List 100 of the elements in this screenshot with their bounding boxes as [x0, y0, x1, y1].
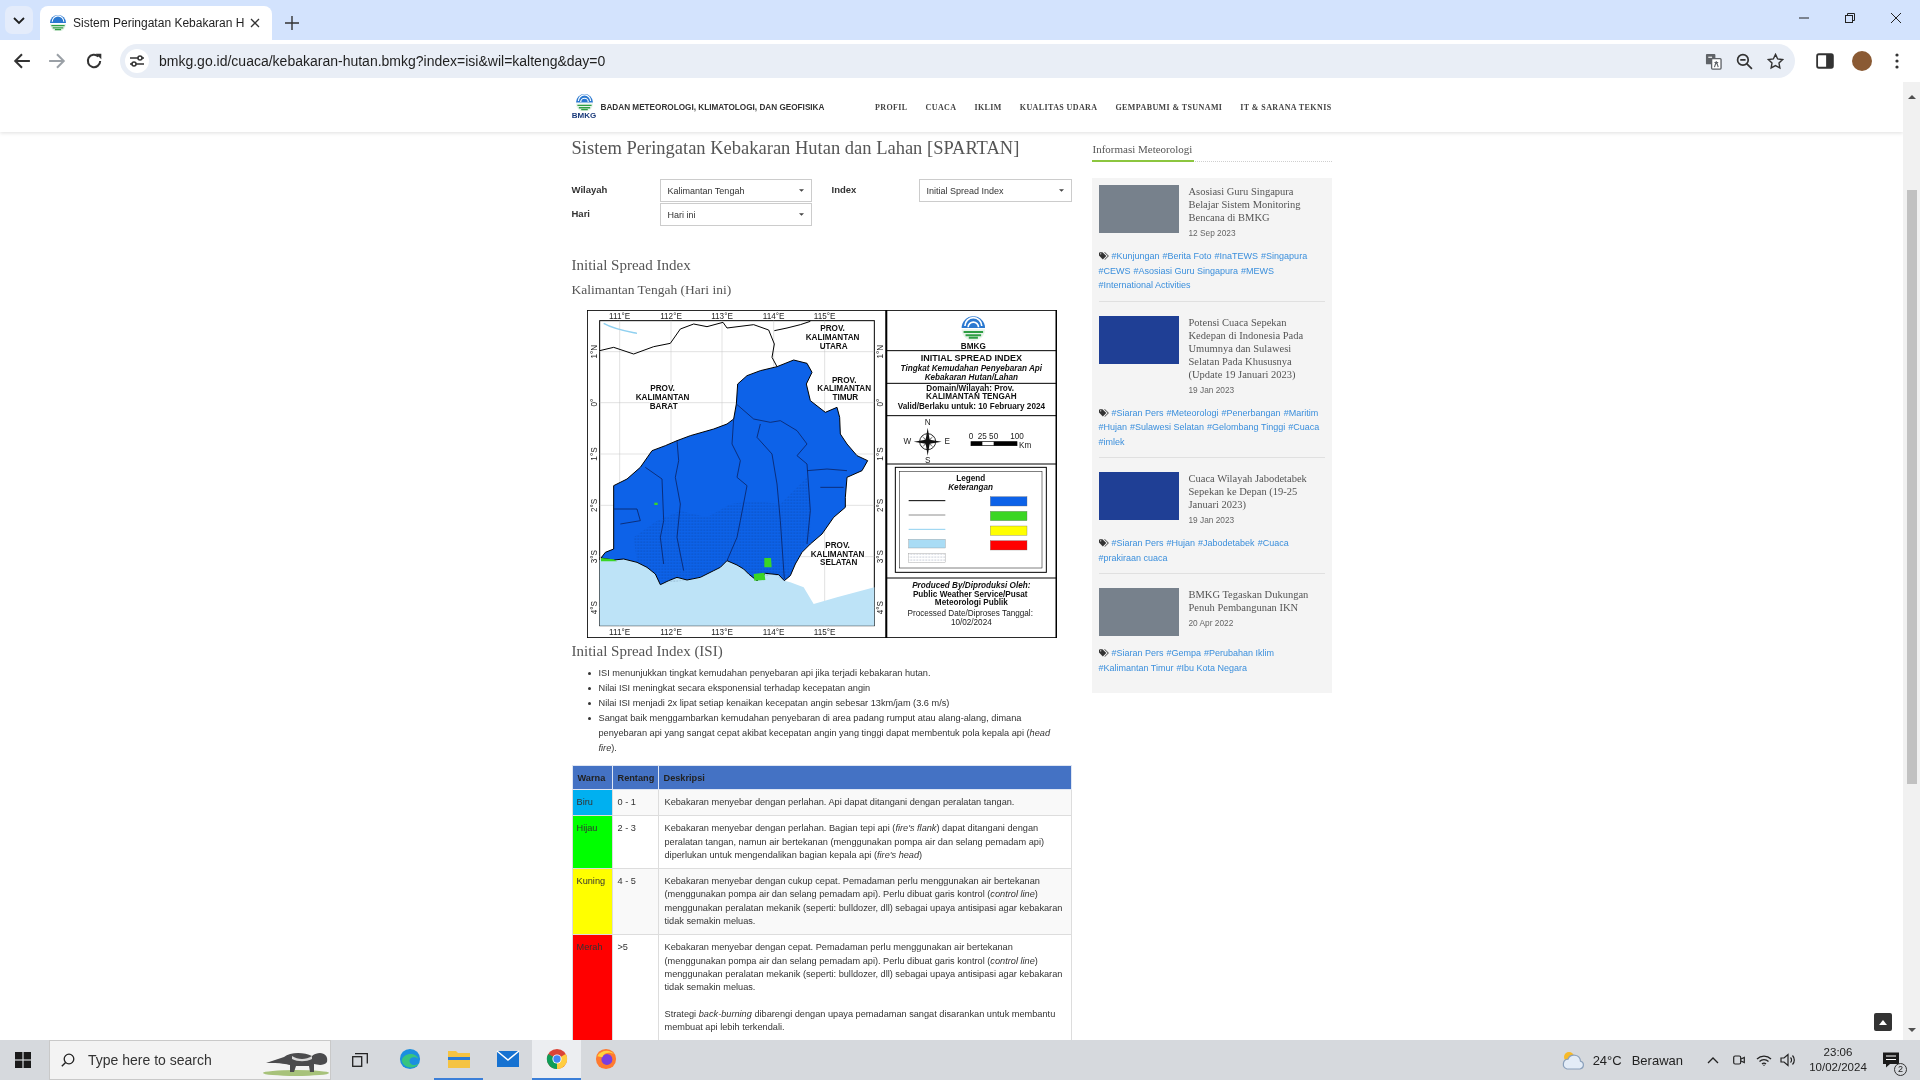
speaker-icon[interactable] [1780, 1053, 1796, 1067]
back-icon[interactable] [13, 52, 31, 70]
scrollbar-thumb[interactable] [1906, 190, 1917, 784]
nav-link[interactable]: IT & SARANA TEKNIS [1240, 102, 1332, 112]
tick-label: 4°S [589, 601, 599, 615]
description-text: Kebakaran menyebar dengan cepat. Pemadaman perlu menggunakan air bertekanan (menggunakan pompa air dan selang pemadam api). Perlu dibuat garis kontrol (control line) menggunakan peralatan mekanik (seperti: bulldozer, dll) sebagai upaya antisipasi agar kebakaran tidak semakin meluas. [664, 941, 1064, 995]
organization-name[interactable]: BADAN METEOROLOGI, KLIMATOLOGI, DAN GEOFISIKA [600, 102, 825, 112]
tag-link[interactable]: #Ibu Kota Negara [1176, 660, 1248, 675]
browser-tab[interactable]: Sistem Peringatan Kebakaran H [40, 6, 272, 40]
nav-link[interactable]: CUACA [925, 102, 957, 112]
day-select[interactable]: Hari ini [659, 203, 812, 226]
post-date: 12 Sep 2023 [1188, 228, 1237, 239]
wifi-icon[interactable] [1756, 1054, 1772, 1066]
taskbar-button[interactable] [532, 1040, 581, 1080]
legend-title: Legend [955, 474, 985, 483]
search-field[interactable]: Type here to search [49, 1040, 331, 1080]
translate-icon[interactable] [1705, 52, 1722, 70]
notification-icon[interactable] [1882, 1051, 1900, 1069]
more-icon[interactable] [1895, 53, 1899, 69]
zoom-icon[interactable] [1736, 52, 1753, 70]
post-title[interactable]: Potensi Cuaca Sepekan Kedepan di Indonesia Pada Umumnya dan Sulawesi Selatan Pada Khususnya (Update 19 Januari 2023) [1188, 315, 1325, 381]
bullet-text: Nilai ISI meningkat secara eksponensial terhadap kecepatan angin [598, 682, 871, 695]
description-text: Strategi back-burning dibarengi dengan upaya pemadaman sangat disarankan untuk membantu membuat api lebih terkendali. [664, 1007, 1057, 1035]
nav-link[interactable]: IKLIM [974, 102, 1002, 112]
field-label: Wilayah [571, 183, 609, 197]
caret-icon [798, 213, 804, 216]
back-to-top-button[interactable] [1874, 1013, 1892, 1031]
compass-rose-icon [913, 427, 942, 456]
tag-link[interactable]: #Meteorologi [1166, 405, 1219, 420]
tag-link[interactable]: #Asosiasi Guru Singapura [1133, 263, 1239, 278]
tag-link[interactable]: #Cuaca [1257, 536, 1289, 551]
tag-link[interactable]: #Siaran Pers [1111, 646, 1164, 661]
color-cell: Merah [572, 934, 612, 1040]
nav-link[interactable]: KUALITAS UDARA [1019, 102, 1098, 112]
scale-label: 50 [988, 432, 998, 441]
tag-link[interactable]: #Gempa [1166, 646, 1202, 661]
star-icon[interactable] [1767, 52, 1784, 70]
scroll-down-icon[interactable] [1907, 1028, 1916, 1032]
tag-link[interactable]: #Perubahan Iklim [1204, 646, 1275, 661]
avatar-icon[interactable] [1852, 51, 1872, 71]
close-icon[interactable] [1891, 13, 1901, 23]
tag-link[interactable]: #MEWS [1241, 263, 1275, 278]
nav-link[interactable]: PROFIL [874, 102, 908, 112]
clock-time[interactable]: 23:06 [1823, 1045, 1853, 1060]
video-camera-icon[interactable] [1733, 1053, 1745, 1067]
bullet-icon [587, 687, 591, 690]
tag-link[interactable]: #Berita Foto [1162, 249, 1212, 264]
tag-link[interactable]: #Penerbangan [1221, 405, 1281, 420]
tag-link[interactable]: #International Activities [1098, 278, 1191, 293]
column-header: Warna [572, 765, 612, 790]
index-select[interactable]: Initial Spread Index [918, 179, 1072, 202]
tag-link[interactable]: #InaTEWS [1214, 249, 1259, 264]
bullet-text: Sangat baik menggambarkan kemudahan penyebaran di area padang rumput atau alang-alang, dimana penyebaran api yang sangat cepat akibat kecepatan angin yang tinggi dapat membentuk pola kepala api (head fire). [598, 712, 1052, 755]
map-logo-text: BMKG [960, 341, 986, 351]
search-icon [61, 1053, 75, 1067]
tag-link[interactable]: #Maritim [1283, 405, 1319, 420]
map-placeholder[interactable] [1098, 315, 1179, 364]
task-view-icon[interactable] [352, 1053, 368, 1067]
windows-icon[interactable] [15, 1052, 31, 1068]
close-icon[interactable] [250, 18, 260, 28]
tag-link[interactable]: #Siaran Pers [1111, 536, 1164, 551]
region-select[interactable]: Kalimantan Tengah [659, 179, 812, 202]
tag-link[interactable]: #Sulawesi Selatan [1130, 420, 1205, 435]
tag-link[interactable]: #imlek [1098, 434, 1125, 449]
tag-link[interactable]: #Kunjungan [1111, 249, 1160, 264]
tick-label: 1°S [589, 447, 599, 461]
tag-link[interactable]: #Singapura [1261, 249, 1308, 264]
post-title[interactable]: Cuaca Wilayah Jabodetabek Sepekan ke Depan (19-25 Januari 2023) [1188, 472, 1325, 511]
scroll-up-icon[interactable] [1907, 95, 1916, 99]
post-title[interactable]: Asosiasi Guru Singapura Belajar Sistem Monitoring Bencana di BMKG [1188, 185, 1325, 224]
restore-icon[interactable] [1845, 13, 1855, 23]
tag-link[interactable]: #Hujan [1166, 536, 1196, 551]
chevron-up-icon[interactable] [1707, 1056, 1719, 1064]
tag-link[interactable]: #Gelombang Tinggi [1207, 420, 1286, 435]
logo-icon[interactable] [575, 94, 593, 111]
tag-link[interactable]: #prakiraan cuaca [1098, 550, 1168, 565]
site-info-icon[interactable] [125, 49, 149, 73]
post-date: 19 Jan 2023 [1188, 384, 1236, 396]
tab-search-icon[interactable] [5, 6, 33, 34]
forward-icon[interactable] [48, 52, 66, 70]
bullet-icon [587, 717, 591, 720]
tick-label: 112°E [659, 311, 682, 321]
plus-icon[interactable] [285, 16, 299, 30]
tag-link[interactable]: #Jabodetabek [1198, 536, 1255, 551]
post-title[interactable]: BMKG Tegaskan Dukungan Penuh Pembangunan IKN [1188, 588, 1325, 614]
bullet-text: ISI menunjukkan tingkat kemudahan penyebaran api jika terjadi kebakaran hutan. [598, 667, 931, 680]
reload-icon[interactable] [85, 52, 103, 70]
address-bar[interactable]: bmkg.go.id/cuaca/kebakaran-hutan.bmkg?index=isi&wil=kalteng&day=0 [120, 44, 1795, 78]
tag-link[interactable]: #Cuaca [1288, 420, 1320, 435]
tag-link[interactable]: #CEWS [1098, 263, 1131, 278]
water-swatch-icon [908, 539, 945, 549]
side-panel-icon[interactable] [1816, 52, 1834, 70]
mail-icon [495, 1048, 520, 1070]
tag-link[interactable]: #Hujan [1098, 420, 1128, 435]
weather-temperature[interactable]: 24°C [1592, 1052, 1622, 1068]
weather-condition[interactable]: Berawan [1631, 1052, 1683, 1068]
clock-date[interactable]: 10/02/2024 [1809, 1060, 1867, 1075]
tag-link[interactable]: #Kalimantan Timur [1098, 660, 1174, 675]
tag-link[interactable]: #Siaran Pers [1111, 405, 1164, 420]
nav-link[interactable]: GEMPABUMI & TSUNAMI [1115, 102, 1223, 112]
